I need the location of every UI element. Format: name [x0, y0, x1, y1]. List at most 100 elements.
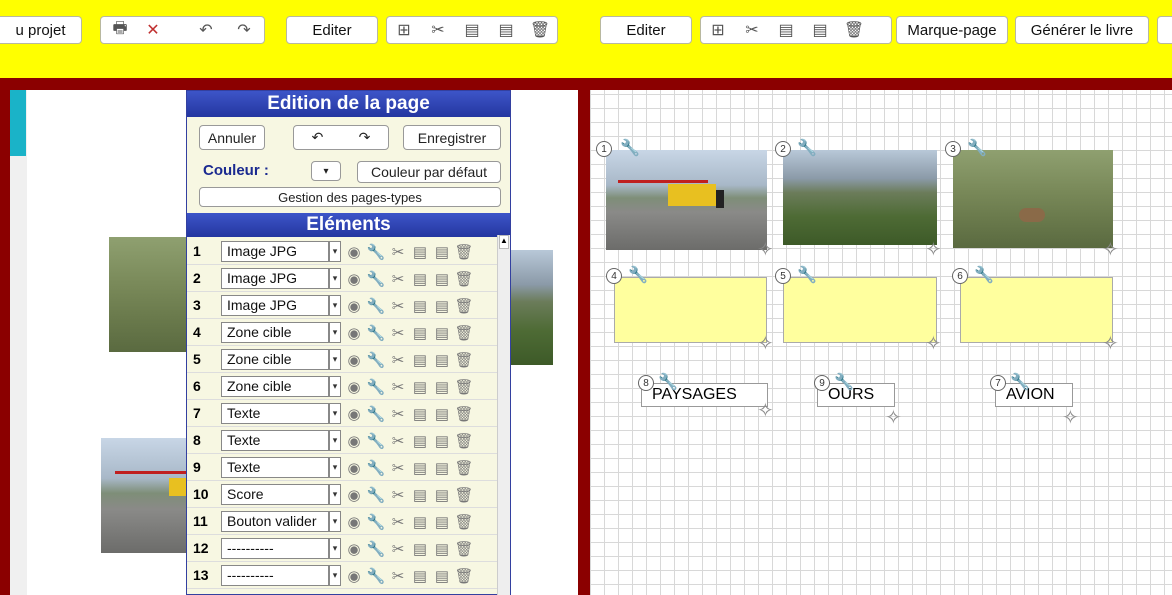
no-print-icon[interactable]: ✕ [139, 16, 167, 44]
trash-icon[interactable]: 🗑 [454, 268, 473, 289]
cut-icon[interactable]: ✂ [389, 457, 407, 478]
copy-icon[interactable]: ▤ [411, 457, 429, 478]
wrench-icon[interactable]: 🔧 [367, 511, 386, 532]
trash-icon[interactable]: 🗑 [454, 376, 473, 397]
wrench-icon[interactable]: 🔧 [974, 265, 994, 285]
wrench-icon[interactable]: 🔧 [367, 565, 386, 586]
default-color-button[interactable]: Couleur par défaut [357, 161, 501, 183]
trash-icon[interactable]: 🗑 [454, 403, 473, 424]
cut-icon[interactable]: ✂ [389, 268, 407, 289]
save-button[interactable]: Enregistrer [403, 125, 501, 150]
element-type-select[interactable]: Texte [221, 430, 329, 451]
element-type-select[interactable]: Zone cible [221, 349, 329, 370]
copy-icon[interactable]: ▤ [411, 511, 429, 532]
wrench-icon[interactable]: 🔧 [367, 322, 386, 343]
element-type-select[interactable]: ---------- [221, 565, 329, 586]
paste-icon[interactable]: ▤ [433, 295, 451, 316]
cut-icon[interactable]: ✂ [389, 538, 407, 559]
eye-icon[interactable]: ◉ [345, 268, 363, 289]
target-zone-4[interactable] [614, 277, 767, 343]
cut-icon[interactable]: ✂ [424, 16, 452, 44]
chevron-down-icon[interactable]: ▾ [329, 565, 341, 586]
paste-icon[interactable]: ▤ [433, 241, 451, 262]
bookmark-button[interactable]: Marque-page [896, 16, 1008, 44]
wrench-icon[interactable]: 🔧 [367, 403, 386, 424]
text-label-avion[interactable]: AVION [995, 383, 1073, 407]
trash-icon[interactable]: 🗑 [454, 241, 473, 262]
trash-icon[interactable]: 🗑 [454, 322, 473, 343]
chevron-down-icon[interactable]: ▾ [329, 403, 341, 424]
eye-icon[interactable]: ◉ [345, 403, 363, 424]
trash-icon[interactable]: 🗑 [454, 295, 473, 316]
resize-handle-icon[interactable]: ✧ [757, 334, 774, 354]
eye-icon[interactable]: ◉ [345, 349, 363, 370]
cut-icon[interactable]: ✂ [389, 241, 407, 262]
target-zone-6[interactable] [960, 277, 1113, 343]
wrench-icon[interactable]: 🔧 [367, 484, 386, 505]
cut-icon[interactable]: ✂ [389, 295, 407, 316]
paste-icon[interactable]: ▤ [806, 16, 834, 44]
cut-icon[interactable]: ✂ [389, 349, 407, 370]
resize-handle-icon[interactable]: ✧ [925, 334, 942, 354]
copy-icon[interactable]: ▤ [411, 565, 429, 586]
eye-icon[interactable]: ◉ [345, 430, 363, 451]
wrench-icon[interactable]: 🔧 [367, 268, 386, 289]
cut-icon[interactable]: ✂ [389, 376, 407, 397]
eye-icon[interactable]: ◉ [345, 565, 363, 586]
trash-icon[interactable]: 🗑 [454, 565, 473, 586]
wrench-icon[interactable]: 🔧 [797, 265, 817, 285]
resize-handle-icon[interactable]: ✧ [885, 408, 902, 428]
paste-icon[interactable]: ▤ [433, 511, 451, 532]
paste-icon[interactable]: ▤ [433, 484, 451, 505]
eye-icon[interactable]: ◉ [345, 295, 363, 316]
cut-icon[interactable]: ✂ [738, 16, 766, 44]
project-button[interactable]: u projet [0, 16, 82, 44]
paste-icon[interactable]: ▤ [433, 349, 451, 370]
scroll-up-icon[interactable]: ▲ [499, 235, 509, 249]
trash-icon[interactable]: 🗑 [454, 349, 473, 370]
trash-icon[interactable]: 🗑 [454, 511, 473, 532]
chevron-down-icon[interactable]: ▾ [329, 376, 341, 397]
chevron-down-icon[interactable]: ▾ [329, 538, 341, 559]
element-type-select[interactable]: Bouton valider [221, 511, 329, 532]
trash-icon[interactable]: 🗑 [454, 430, 473, 451]
wrench-icon[interactable]: 🔧 [367, 538, 386, 559]
add-icon[interactable]: ⊞ [390, 16, 418, 44]
add-icon[interactable]: ⊞ [704, 16, 732, 44]
redo-icon[interactable]: ↷ [359, 129, 371, 146]
element-type-select[interactable]: Image JPG [221, 241, 329, 262]
chevron-down-icon[interactable]: ▾ [329, 430, 341, 451]
element-type-select[interactable]: Score [221, 484, 329, 505]
element-type-select[interactable]: Image JPG [221, 268, 329, 289]
eye-icon[interactable]: ◉ [345, 241, 363, 262]
wrench-icon[interactable]: 🔧 [367, 376, 386, 397]
trash-icon[interactable]: 🗑 [454, 538, 473, 559]
copy-icon[interactable]: ▤ [411, 268, 429, 289]
wrench-icon[interactable]: 🔧 [367, 295, 386, 316]
chevron-down-icon[interactable]: ▾ [329, 457, 341, 478]
copy-icon[interactable]: ▤ [411, 295, 429, 316]
edit-button-1[interactable]: Editer [286, 16, 378, 44]
resize-handle-icon[interactable]: ✧ [1062, 408, 1079, 428]
chevron-down-icon[interactable]: ▾ [329, 511, 341, 532]
cut-icon[interactable]: ✂ [389, 511, 407, 532]
cut-icon[interactable]: ✂ [389, 430, 407, 451]
eye-icon[interactable]: ◉ [345, 322, 363, 343]
chevron-down-icon[interactable]: ▾ [329, 349, 341, 370]
resize-handle-icon[interactable]: ✧ [1102, 240, 1119, 260]
element-type-select[interactable]: ---------- [221, 538, 329, 559]
edit-button-2[interactable]: Editer [600, 16, 692, 44]
trash-icon[interactable]: 🗑 [526, 16, 554, 44]
resize-handle-icon[interactable]: ✧ [757, 401, 774, 421]
copy-icon[interactable]: ▤ [411, 349, 429, 370]
chevron-down-icon[interactable]: ▾ [329, 322, 341, 343]
cancel-button[interactable]: Annuler [199, 125, 265, 150]
wrench-icon[interactable]: 🔧 [628, 265, 648, 285]
color-picker[interactable]: ▾ [311, 161, 341, 181]
paste-icon[interactable]: ▤ [433, 403, 451, 424]
eye-icon[interactable]: ◉ [345, 457, 363, 478]
wrench-icon[interactable]: 🔧 [797, 138, 817, 158]
cut-icon[interactable]: ✂ [389, 484, 407, 505]
eye-icon[interactable]: ◉ [345, 376, 363, 397]
cut-icon[interactable]: ✂ [389, 322, 407, 343]
